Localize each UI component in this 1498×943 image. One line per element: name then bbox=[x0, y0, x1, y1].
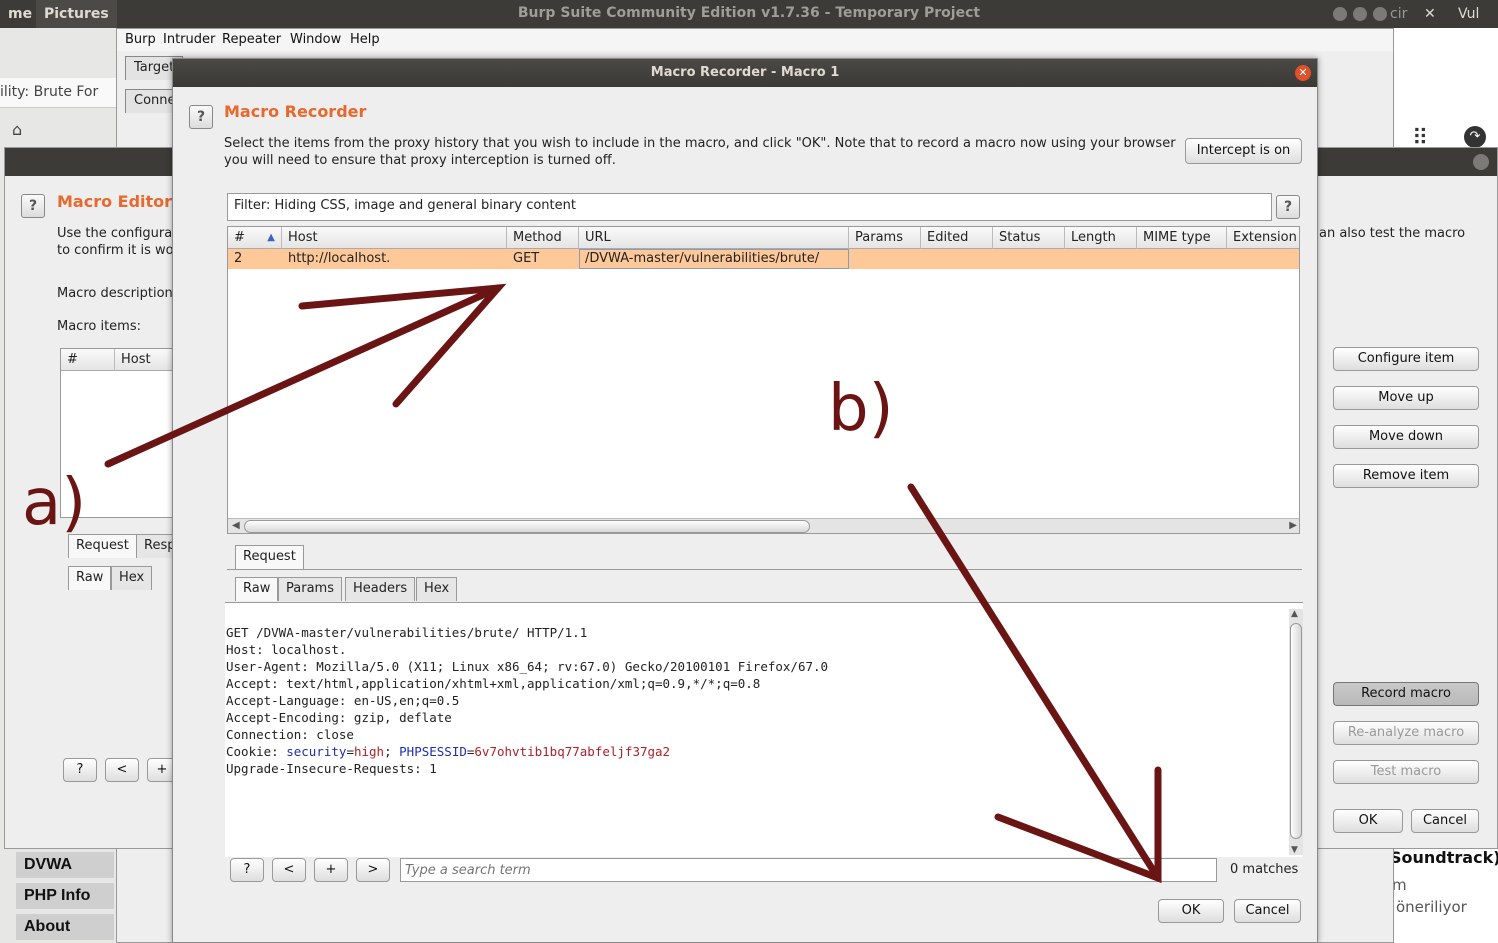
annotation-a: a) bbox=[22, 466, 87, 540]
arrow-b-head bbox=[994, 766, 1162, 884]
arrow-b-shaft bbox=[907, 483, 1162, 882]
arrow-a-shaft bbox=[104, 284, 502, 468]
arrow-a-head bbox=[298, 283, 507, 408]
annotation-b: b) bbox=[828, 372, 894, 446]
annotation-arrows bbox=[104, 283, 1162, 884]
